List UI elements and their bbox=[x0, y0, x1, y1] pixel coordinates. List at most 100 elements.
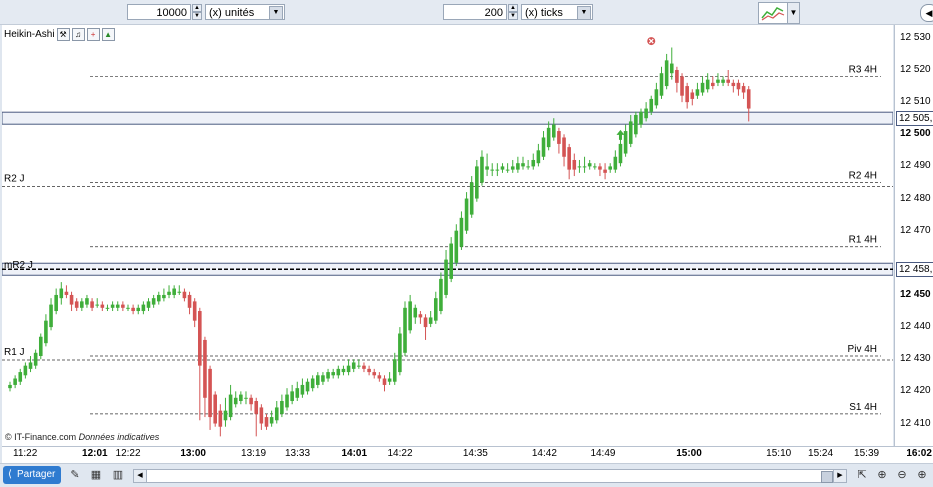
candle-body bbox=[659, 73, 664, 96]
candle-body bbox=[295, 388, 300, 398]
candle-body bbox=[711, 82, 715, 87]
scroll-thumb[interactable] bbox=[821, 471, 833, 483]
y-tick-label: 12 510 bbox=[900, 96, 931, 108]
draw-tool-icon[interactable]: ✎ bbox=[68, 468, 82, 482]
candle-body bbox=[598, 166, 602, 170]
candle-body bbox=[290, 391, 294, 402]
chevron-down-icon: ▼ bbox=[577, 6, 591, 20]
candle-body bbox=[85, 298, 89, 305]
candle-body bbox=[54, 294, 58, 312]
x-axis[interactable]: 11:22 12:01 12:22 13:00 13:19 13:33 14:01 14:22… bbox=[2, 446, 933, 464]
candle-body bbox=[500, 166, 505, 170]
candle-body bbox=[64, 291, 69, 295]
level-label: R2 J bbox=[4, 173, 25, 184]
candle-body bbox=[433, 298, 438, 321]
quantity-stepper[interactable]: ▲ ▼ bbox=[192, 4, 202, 20]
level-label: R2 4H bbox=[849, 170, 877, 181]
candle-body bbox=[490, 169, 495, 171]
chevron-down-icon: ▼ bbox=[787, 3, 799, 23]
candle-body bbox=[516, 163, 520, 170]
candle-body bbox=[362, 365, 366, 369]
candle-body bbox=[572, 159, 577, 170]
candle-body bbox=[408, 301, 412, 331]
candle-body bbox=[208, 368, 212, 418]
candle-body bbox=[675, 69, 679, 83]
candle-body bbox=[264, 417, 269, 427]
candle-body bbox=[444, 259, 448, 295]
chevron-down-icon: ▼ bbox=[269, 6, 283, 20]
quantity-input[interactable]: 10000 bbox=[127, 4, 191, 20]
candle-body bbox=[59, 288, 64, 299]
candle-body bbox=[454, 230, 459, 263]
candle-body bbox=[38, 336, 43, 357]
candle-body bbox=[44, 320, 48, 344]
ticks-unit-select[interactable]: (x) ticks ▼ bbox=[521, 4, 593, 20]
chart-scrollbar[interactable]: ◀ ▶ bbox=[133, 469, 847, 483]
chart-type-select[interactable]: ▼ bbox=[758, 2, 800, 24]
x-tick-label: 13:00 bbox=[180, 448, 206, 459]
candle-body bbox=[577, 166, 582, 168]
scroll-left-icon[interactable]: ◀ bbox=[920, 4, 933, 22]
candle-body bbox=[464, 198, 469, 231]
zoom-in-icon[interactable]: ⊕ bbox=[915, 468, 929, 482]
candle-body bbox=[13, 378, 17, 385]
candle-body bbox=[156, 294, 161, 302]
share-button[interactable]: ⟨ Partager bbox=[3, 466, 61, 484]
candle-body bbox=[151, 298, 156, 305]
candle-body bbox=[274, 407, 279, 421]
candle-body bbox=[413, 307, 418, 318]
candle-body bbox=[254, 401, 259, 414]
y-axis[interactable]: 12 530 12 520 12 510 12 500 12 490 12 480 12 4… bbox=[894, 25, 933, 446]
stepper-down-icon[interactable]: ▼ bbox=[192, 12, 202, 20]
y-tick-label: 12 470 bbox=[900, 224, 931, 236]
quantity-unit-select[interactable]: (x) unités ▼ bbox=[205, 4, 285, 20]
add-indicator-icon[interactable]: + bbox=[86, 27, 100, 41]
candle-body bbox=[80, 301, 84, 308]
price-band bbox=[2, 111, 893, 125]
candle-body bbox=[557, 131, 561, 144]
wrench-icon[interactable]: ⚒ bbox=[56, 27, 70, 41]
y-tick-label: 12 480 bbox=[900, 192, 931, 204]
candle-body bbox=[162, 294, 166, 299]
scroll-left-icon[interactable]: ◀ bbox=[134, 470, 147, 482]
move-up-icon[interactable]: ▲ bbox=[101, 27, 115, 41]
candles-icon[interactable]: ▥ bbox=[111, 468, 125, 482]
candle-body bbox=[398, 333, 402, 373]
candle-body bbox=[74, 301, 79, 308]
ticks-input[interactable]: 200 bbox=[443, 4, 507, 20]
y-tick-label: 12 450 bbox=[900, 288, 931, 300]
candle-body bbox=[628, 121, 633, 144]
bell-icon[interactable]: ♫ bbox=[71, 27, 85, 41]
current-price-box: 12 505, bbox=[896, 111, 933, 127]
x-tick-label: 16:02 bbox=[906, 448, 932, 459]
scroll-right-icon[interactable]: ▶ bbox=[833, 470, 846, 482]
stepper-down-icon[interactable]: ▼ bbox=[508, 12, 518, 20]
y-tick-label: 12 530 bbox=[900, 31, 931, 43]
candle-body bbox=[505, 169, 510, 171]
candle-body bbox=[110, 304, 115, 308]
grid-icon[interactable]: ▦ bbox=[89, 468, 103, 482]
candle-body bbox=[136, 307, 141, 312]
candle-body bbox=[228, 394, 233, 418]
candle-body bbox=[428, 317, 433, 324]
stepper-up-icon[interactable]: ▲ bbox=[508, 4, 518, 12]
candle-body bbox=[387, 378, 392, 382]
x-tick-label: 15:39 bbox=[854, 448, 880, 459]
candle-body bbox=[8, 384, 12, 389]
candle-body bbox=[613, 156, 618, 170]
candle-body bbox=[28, 362, 33, 369]
price-chart[interactable]: R3 4H R2 4H R1 4H Piv 4H S1 4H R2 J mR2 J R1 J bbox=[2, 25, 893, 446]
zoom-out-icon[interactable]: ⊖ bbox=[895, 468, 909, 482]
y-tick-label: 12 420 bbox=[900, 385, 931, 397]
auto-scale-icon[interactable]: ⇱ bbox=[855, 468, 869, 482]
x-tick-label: 15:24 bbox=[808, 448, 834, 459]
zoom-fit-icon[interactable]: ⊕ bbox=[875, 468, 889, 482]
chart-title-bar: Heikin-Ashi ⚒ ♫ + ▲ bbox=[4, 27, 115, 41]
candle-body bbox=[603, 169, 607, 173]
candle-body bbox=[213, 394, 217, 424]
stepper-up-icon[interactable]: ▲ bbox=[192, 4, 202, 12]
candle-body bbox=[618, 143, 623, 164]
candle-body bbox=[141, 304, 146, 312]
candle-body bbox=[459, 217, 464, 247]
ticks-stepper[interactable]: ▲ ▼ bbox=[508, 4, 518, 20]
